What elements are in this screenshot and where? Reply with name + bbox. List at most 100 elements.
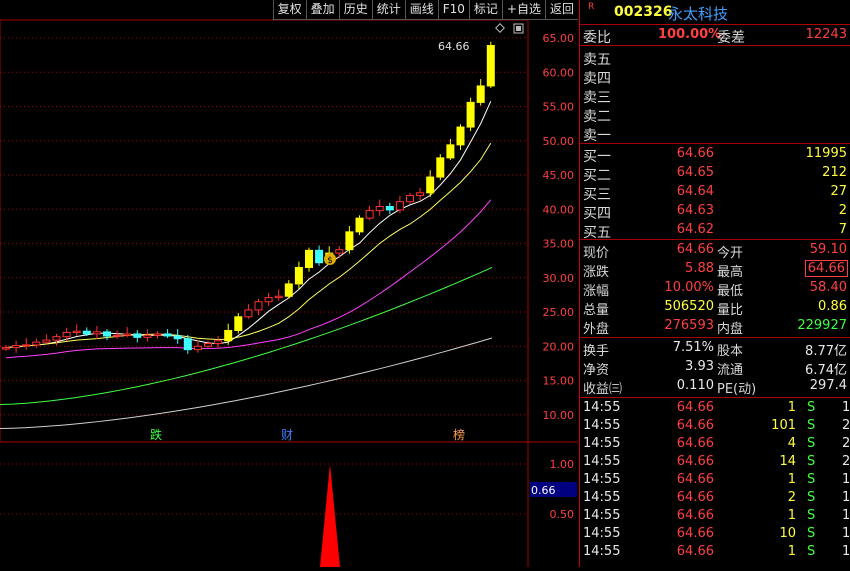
price-tick-label: 20.00 xyxy=(543,340,575,353)
bid-row: 买二 64.65 212 xyxy=(580,164,850,184)
candle[interactable] xyxy=(315,245,324,266)
candle[interactable] xyxy=(284,280,293,299)
tick-side: S xyxy=(807,526,816,541)
candle[interactable] xyxy=(103,329,111,341)
tick-row[interactable]: 14:55 64.66 2 S 1 xyxy=(580,489,850,508)
candle[interactable] xyxy=(294,261,303,290)
candle[interactable] xyxy=(264,292,273,306)
event-tag[interactable]: 财 xyxy=(281,428,293,442)
candle[interactable] xyxy=(72,324,81,336)
bid-price: 64.62 xyxy=(676,222,714,237)
candle[interactable] xyxy=(42,334,51,345)
tick-side: S xyxy=(807,544,816,559)
toolbar-fuquan-button[interactable]: 复权 xyxy=(272,0,306,20)
outer-value: 276593 xyxy=(664,318,714,333)
tick-row[interactable]: 14:55 64.66 1 S 1 xyxy=(580,507,850,526)
candle[interactable] xyxy=(193,340,202,353)
event-tags[interactable]: 跌财榜 xyxy=(150,427,465,442)
candle[interactable] xyxy=(375,199,384,216)
toolbar-history-button[interactable]: 历史 xyxy=(338,0,372,20)
bid-row: 买三 64.64 27 xyxy=(580,183,850,203)
tick-row[interactable]: 14:55 64.66 1 S 1 xyxy=(580,543,850,562)
divider xyxy=(580,45,850,46)
candle[interactable] xyxy=(476,79,485,106)
toolbar-back-button[interactable]: 返回 xyxy=(544,0,578,20)
diamond-icon[interactable] xyxy=(495,23,505,33)
candle[interactable] xyxy=(406,192,414,204)
price-tick-label: 25.00 xyxy=(543,306,575,319)
toolbar-mark-button[interactable]: 标记 xyxy=(468,0,502,20)
bid-row: 买五 64.62 7 xyxy=(580,221,850,241)
toolbar-add-watchlist-button[interactable]: +自选 xyxy=(501,0,545,20)
candle[interactable] xyxy=(163,329,172,339)
now-label: 现价 xyxy=(583,246,610,261)
toolbar-f10-button[interactable]: F10 xyxy=(437,0,469,20)
candle[interactable] xyxy=(335,245,344,259)
ask-label: 卖四 xyxy=(583,71,611,87)
candle[interactable] xyxy=(274,289,283,301)
commission-diff: 12243 xyxy=(805,27,847,42)
candle[interactable] xyxy=(345,226,354,254)
candle[interactable] xyxy=(234,313,243,334)
candle[interactable] xyxy=(436,154,445,181)
tick-row[interactable]: 14:55 64.66 1 S 1 xyxy=(580,399,850,418)
tick-row[interactable]: 14:55 64.66 4 S 2 xyxy=(580,435,850,454)
candle[interactable] xyxy=(466,97,475,132)
price-tick-label: 65.00 xyxy=(543,32,575,45)
candle[interactable] xyxy=(22,338,31,350)
chart-toolbar: 复权 叠加 历史 统计 画线 F10 标记 +自选 返回 xyxy=(272,0,578,20)
pct-label: 涨幅 xyxy=(583,284,610,299)
candle[interactable] xyxy=(133,330,142,343)
kline-chart[interactable]: 65.00 60.00 55.00 50.00 45.00 40.00 35.00 30.00… xyxy=(0,0,578,567)
money-bag-icon[interactable]: $ xyxy=(324,253,336,266)
candle[interactable] xyxy=(244,304,253,319)
bid-price: 64.66 xyxy=(676,146,714,161)
candle[interactable] xyxy=(153,331,162,339)
candle[interactable] xyxy=(92,326,101,340)
candle[interactable] xyxy=(355,215,364,235)
candle[interactable] xyxy=(486,41,495,89)
tick-row[interactable]: 14:55 64.66 14 S 2 xyxy=(580,453,850,472)
price-tick-label: 60.00 xyxy=(543,66,575,79)
event-tag[interactable]: 榜 xyxy=(453,427,465,442)
candle[interactable] xyxy=(254,298,263,316)
divider xyxy=(580,239,850,240)
candle[interactable] xyxy=(12,340,21,353)
quote-row-volume: 总量 506520 量比 0.86 xyxy=(580,298,850,318)
chart-panel[interactable]: 65.00 60.00 55.00 50.00 45.00 40.00 35.00 30.00… xyxy=(0,0,578,567)
eps-value: 0.110 xyxy=(676,378,714,393)
candle[interactable] xyxy=(456,124,465,150)
tick-side: S xyxy=(807,418,816,433)
toolbar-overlay-button[interactable]: 叠加 xyxy=(305,0,339,20)
candle[interactable] xyxy=(365,205,374,221)
candle[interactable] xyxy=(446,139,455,160)
float-value: 6.74亿 xyxy=(805,363,847,378)
candle[interactable] xyxy=(385,202,394,215)
candle[interactable] xyxy=(305,247,313,272)
candle[interactable] xyxy=(426,170,435,197)
price-tick-label: 15.00 xyxy=(543,375,575,388)
tick-row[interactable]: 14:55 64.66 10 S 1 xyxy=(580,525,850,544)
toolbar-draw-button[interactable]: 画线 xyxy=(404,0,438,20)
event-tag[interactable]: 跌 xyxy=(150,427,162,442)
shares-label: 股本 xyxy=(717,344,744,359)
tick-side: S xyxy=(807,472,816,487)
low-label: 最低 xyxy=(717,284,744,299)
window-toggle-icon[interactable] xyxy=(513,23,524,34)
candlesticks[interactable] xyxy=(2,41,495,354)
candle[interactable] xyxy=(416,188,425,201)
change-value: 5.88 xyxy=(685,261,714,276)
bid-volume: 7 xyxy=(838,222,847,237)
tick-row[interactable]: 14:55 64.66 1 S 1 xyxy=(580,471,850,490)
candle[interactable] xyxy=(143,329,152,342)
tick-volume: 2 xyxy=(787,490,796,505)
candle[interactable] xyxy=(32,338,41,348)
candle[interactable] xyxy=(173,329,182,344)
toolbar-stats-button[interactable]: 统计 xyxy=(371,0,405,20)
tick-row[interactable]: 14:55 64.66 101 S 2 xyxy=(580,417,850,436)
ma120-line xyxy=(0,337,493,429)
candle[interactable] xyxy=(224,323,233,345)
candle[interactable] xyxy=(113,330,122,340)
nav-value: 3.93 xyxy=(685,359,714,374)
price-tick-label: 40.00 xyxy=(543,203,575,216)
